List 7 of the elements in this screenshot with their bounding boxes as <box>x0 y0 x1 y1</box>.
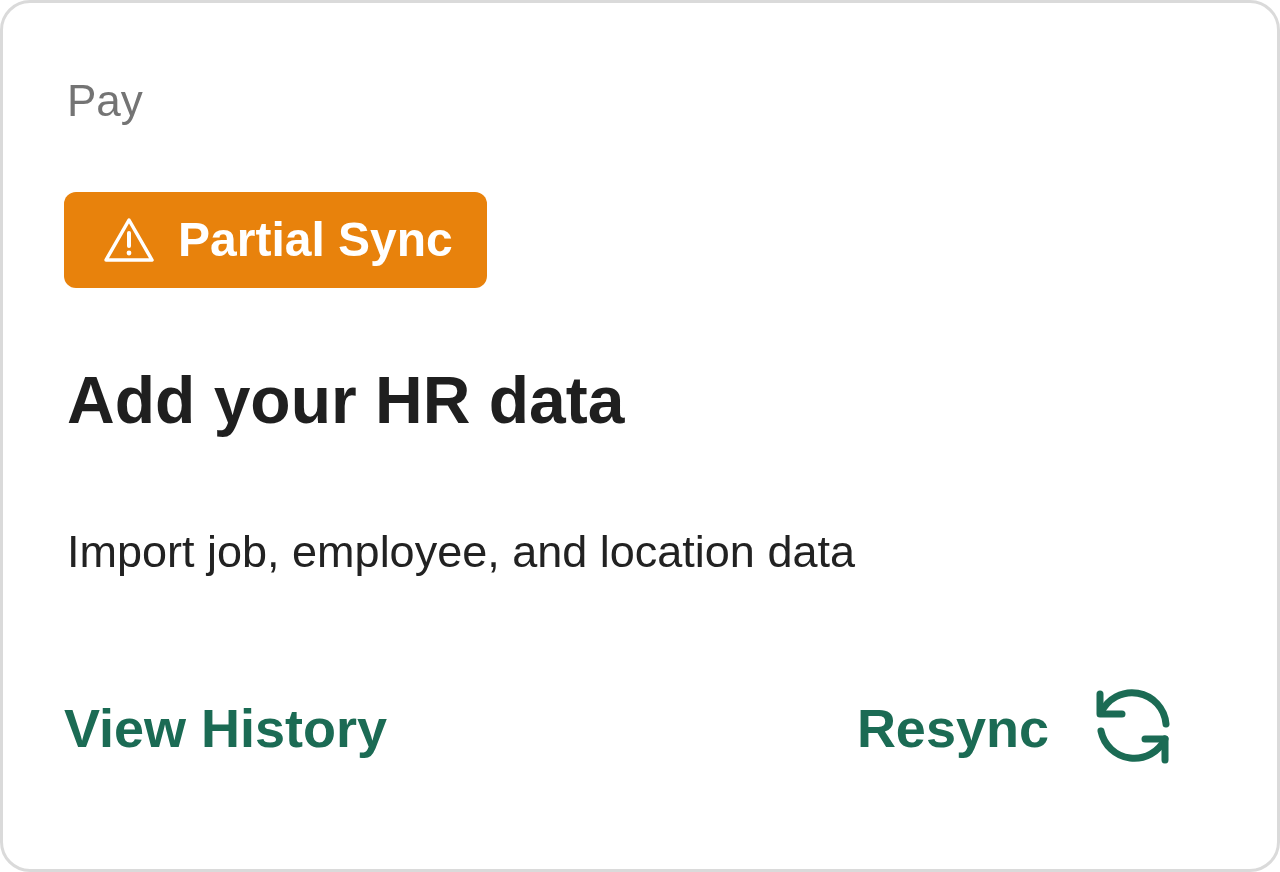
resync-button[interactable]: Resync <box>856 689 1171 767</box>
card-title: Add your HR data <box>67 362 625 439</box>
card-description: Import job, employee, and location data <box>67 525 855 579</box>
view-history-link[interactable]: View History <box>64 695 388 761</box>
warning-icon <box>103 217 155 263</box>
card-category: Pay <box>67 75 143 127</box>
sync-status-badge: Partial Sync <box>64 192 487 288</box>
